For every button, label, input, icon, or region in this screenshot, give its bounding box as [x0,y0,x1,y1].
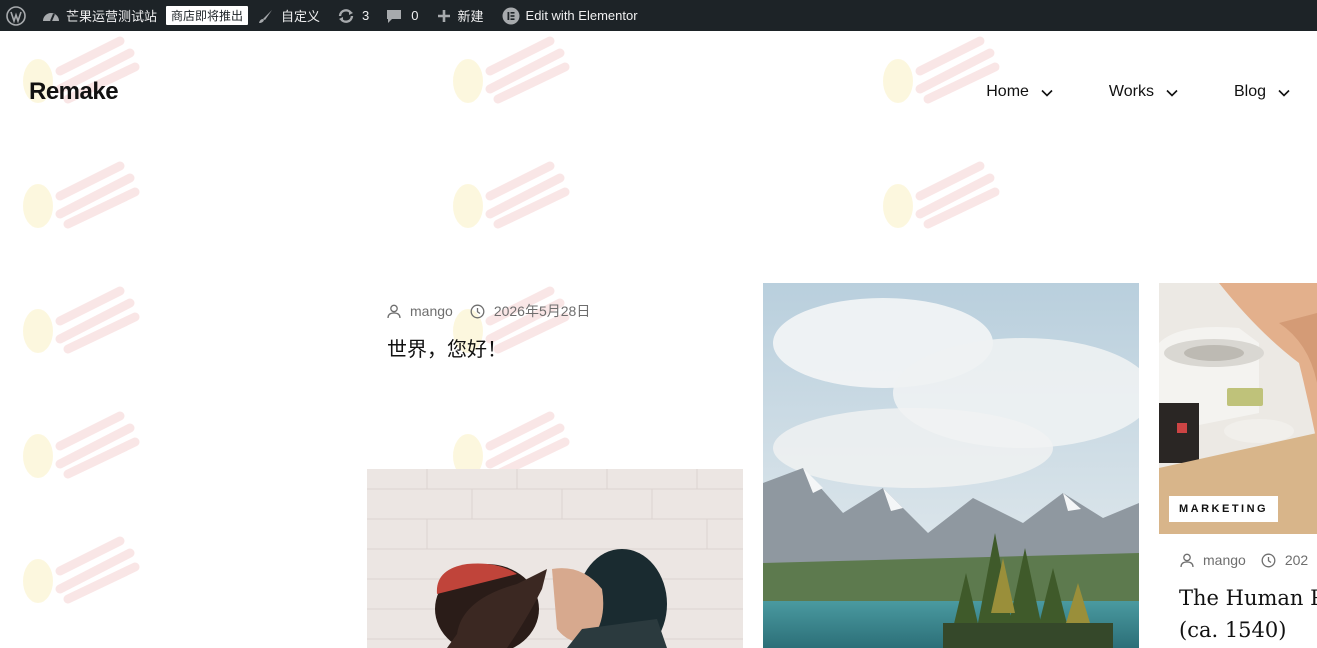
post-meta: mango 202 [1180,552,1317,568]
chevron-down-icon [1166,84,1178,102]
comment-icon [386,8,402,24]
post-title[interactable]: The Human Pyra (ca. 1540) [1179,582,1317,646]
nav-item-label: Blog [1233,83,1266,100]
post-title-line: (ca. 1540) [1179,618,1287,642]
chevron-down-icon [1041,84,1053,102]
post-thumbnail-lake[interactable] [763,283,1139,648]
clock-icon [1261,553,1276,568]
dashboard-icon [42,8,60,24]
plus-icon [437,9,451,23]
comments-link[interactable]: 0 [369,0,419,31]
store-coming-soon-badge[interactable]: 商店即将推出 [166,6,249,25]
new-content-menu[interactable]: 新建 [419,0,484,31]
post-author[interactable]: mango [1203,552,1246,568]
post-date[interactable]: 2026年5月28日 [494,301,591,321]
wordpress-logo-menu[interactable] [0,0,36,31]
nav-item-label: Home [986,83,1029,100]
comments-count: 0 [411,8,419,23]
user-icon [387,304,401,319]
primary-nav: Home Works Blog [986,82,1317,102]
post-thumbnail-couple[interactable] [367,469,743,648]
site-name: 芒果运营测试站 [66,9,158,24]
new-label: 新建 [457,9,484,24]
customize-link[interactable]: 自定义 [248,0,320,31]
user-icon [1180,553,1194,568]
admin-bar: 芒果运营测试站 商店即将推出 自定义 3 0 新建 Edit with Elem… [0,0,1317,31]
nav-item-label: Works [1108,83,1154,100]
lake-photo [763,283,1139,648]
site-logo[interactable]: Remake [29,78,119,106]
post-thumbnail-pottery[interactable]: MARKETING [1159,283,1317,534]
category-badge[interactable]: MARKETING [1169,496,1279,522]
clock-icon [470,304,485,319]
edit-with-elementor-link[interactable]: Edit with Elementor [484,0,638,31]
site-name-menu[interactable]: 芒果运营测试站 商店即将推出 [36,0,249,31]
nav-item-blog[interactable]: Blog [1234,82,1290,102]
post-author[interactable]: mango [410,303,453,319]
post-meta: mango 2026年5月28日 [387,301,590,321]
wordpress-icon [6,5,26,26]
brush-icon [258,8,274,24]
elementor-icon [502,7,520,25]
chevron-down-icon [1278,84,1290,102]
post-title[interactable]: 世界，您好！ [387,333,507,362]
couple-photo [367,469,743,648]
updates-icon [337,8,355,24]
elementor-label: Edit with Elementor [525,8,638,23]
updates-count: 3 [362,8,370,23]
nav-item-home[interactable]: Home [986,82,1053,102]
nav-item-works[interactable]: Works [1109,82,1178,102]
customize-label: 自定义 [281,9,321,24]
updates-link[interactable]: 3 [320,0,369,31]
post-date[interactable]: 202 [1285,552,1308,568]
post-title-line: The Human Pyra [1179,586,1317,610]
